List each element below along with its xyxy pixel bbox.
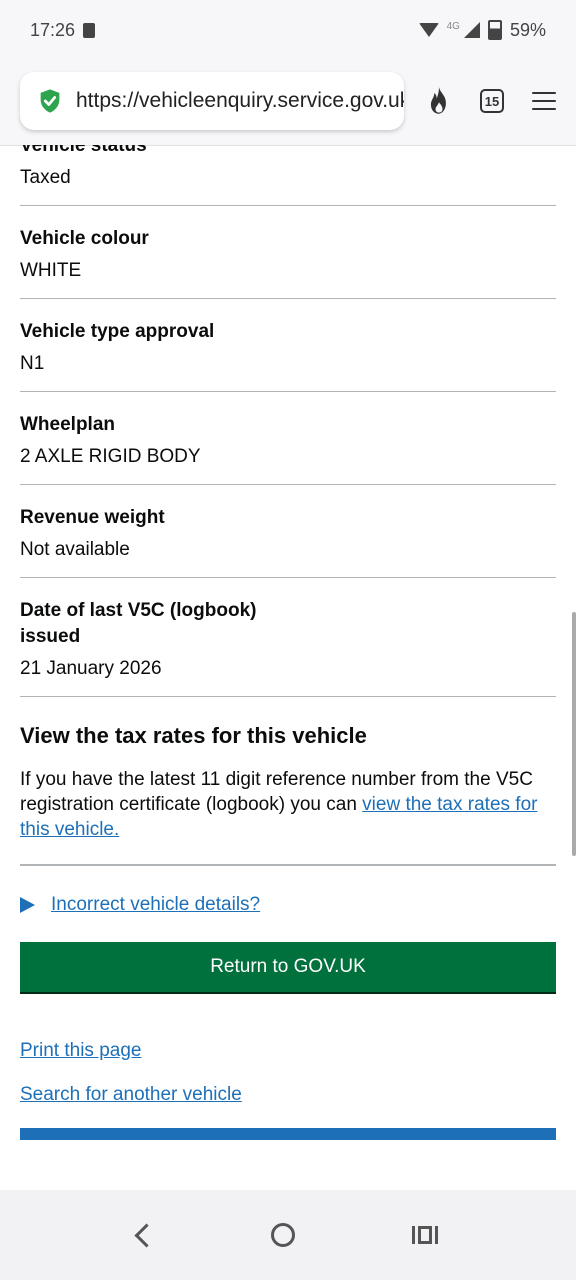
back-chevron-icon bbox=[134, 1222, 159, 1248]
url-bar[interactable]: https://vehicleenquiry.service.gov.uk bbox=[20, 72, 404, 130]
section-divider bbox=[20, 864, 556, 866]
home-circle-icon bbox=[271, 1223, 296, 1247]
scrollbar[interactable] bbox=[572, 612, 576, 856]
summary-row-wheelplan: Wheelplan 2 AXLE RIGID BODY bbox=[20, 412, 556, 485]
return-to-govuk-button[interactable]: Return to GOV.UK bbox=[20, 942, 556, 992]
summary-row-type-approval: Vehicle type approval N1 bbox=[20, 319, 556, 392]
row-value: 2 AXLE RIGID BODY bbox=[20, 446, 201, 467]
triangle-right-icon bbox=[20, 897, 35, 913]
wifi-icon bbox=[418, 23, 439, 37]
battery-level: 59% bbox=[509, 19, 546, 40]
tax-rates-heading: View the tax rates for this vehicle bbox=[20, 723, 367, 748]
sd-card-icon bbox=[83, 22, 96, 38]
row-title: Vehicle colour bbox=[20, 228, 149, 249]
summary-row-vehicle-colour: Vehicle colour WHITE bbox=[20, 226, 556, 299]
back-button[interactable] bbox=[128, 1217, 165, 1254]
status-time: 17:26 bbox=[30, 19, 76, 40]
row-title: Revenue weight bbox=[20, 507, 165, 528]
row-title: Wheelplan bbox=[20, 414, 116, 435]
print-page-link[interactable]: Print this page bbox=[20, 1040, 556, 1062]
row-value: Not available bbox=[20, 539, 130, 560]
incorrect-details-toggle[interactable]: Incorrect vehicle details? bbox=[20, 894, 556, 916]
recents-icon bbox=[411, 1226, 438, 1244]
recents-button[interactable] bbox=[402, 1216, 448, 1254]
battery-icon bbox=[487, 20, 502, 40]
summary-row-vehicle-status: Vehicle status Taxed bbox=[20, 145, 556, 206]
hamburger-icon bbox=[532, 92, 556, 110]
status-bar: 17:26 4G 59% bbox=[0, 0, 576, 60]
tabs-button[interactable]: 15 bbox=[475, 84, 509, 118]
tab-count: 15 bbox=[480, 89, 504, 113]
row-value: Taxed bbox=[20, 167, 71, 188]
row-value: WHITE bbox=[20, 260, 82, 281]
fire-button[interactable] bbox=[422, 84, 456, 118]
home-button[interactable] bbox=[261, 1213, 305, 1257]
row-value: 21 January 2026 bbox=[20, 658, 162, 679]
page-content: Vehicle status Taxed Vehicle colour WHIT… bbox=[20, 145, 556, 1190]
menu-button[interactable] bbox=[527, 84, 561, 118]
system-nav-bar bbox=[0, 1190, 576, 1280]
fire-icon bbox=[430, 87, 446, 114]
url-text: https://vehicleenquiry.service.gov.uk bbox=[76, 89, 404, 112]
row-title: Vehicle type approval bbox=[20, 321, 215, 342]
row-title: Date of last V5C (logbook) issued bbox=[20, 600, 257, 647]
footer-blue-bar bbox=[20, 1128, 556, 1140]
browser-toolbar: https://vehicleenquiry.service.gov.uk 15 bbox=[0, 60, 576, 146]
row-title: Vehicle status bbox=[20, 145, 147, 156]
incorrect-details-link[interactable]: Incorrect vehicle details? bbox=[51, 894, 260, 916]
search-another-vehicle-link[interactable]: Search for another vehicle bbox=[20, 1084, 556, 1106]
shield-check-icon bbox=[40, 89, 60, 113]
signal-icon bbox=[463, 22, 480, 38]
row-value: N1 bbox=[20, 353, 45, 374]
summary-row-revenue-weight: Revenue weight Not available bbox=[20, 505, 556, 578]
summary-row-v5c-date: Date of last V5C (logbook) issued 21 Jan… bbox=[20, 598, 556, 697]
network-type: 4G bbox=[446, 20, 460, 32]
tax-rates-text: If you have the latest 11 digit referenc… bbox=[20, 767, 556, 842]
